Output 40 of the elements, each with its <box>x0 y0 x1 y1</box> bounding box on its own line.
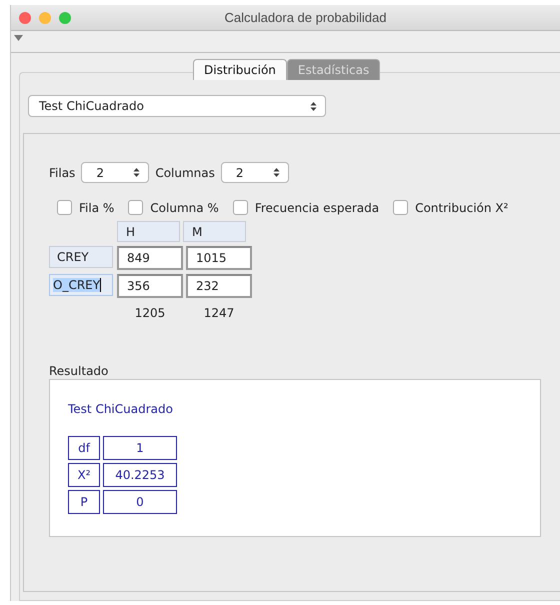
statistic-value: 0 <box>103 490 177 514</box>
minimize-button[interactable] <box>39 12 51 24</box>
checkbox[interactable] <box>128 200 144 215</box>
statistic-name: df <box>68 436 100 460</box>
table-cell[interactable]: 849 <box>117 246 183 270</box>
checkbox-label: Fila % <box>79 200 114 214</box>
column-total: 1205 <box>134 305 166 320</box>
spinner-field[interactable]: 2 <box>81 162 150 183</box>
result-label: Resultado <box>49 364 110 378</box>
spinner-field[interactable]: 2 <box>220 162 289 183</box>
zoom-button[interactable] <box>59 12 71 24</box>
up-down-arrows-icon <box>133 167 140 178</box>
row-header-field[interactable]: CREY <box>49 246 113 268</box>
statistic-name: X² <box>68 463 100 487</box>
table-cell[interactable]: 356 <box>117 274 183 298</box>
dimension-label: Columnas <box>155 166 215 180</box>
checkbox-label: Frecuencia esperada <box>254 200 380 214</box>
close-button[interactable] <box>19 12 31 24</box>
up-down-arrows-icon <box>272 167 280 178</box>
dropdown-triangle-icon[interactable] <box>14 35 23 41</box>
checkbox[interactable] <box>232 200 248 215</box>
column-header[interactable]: H <box>117 221 180 242</box>
up-down-arrows-icon <box>310 100 317 112</box>
checkbox-label: Contribución X² <box>415 200 508 214</box>
test-dropdown[interactable]: Test ChiCuadrado <box>28 95 326 117</box>
row-header-field[interactable]: O_CREY <box>49 274 113 296</box>
checkbox[interactable] <box>393 200 408 215</box>
tab[interactable]: Distribución <box>193 59 287 80</box>
column-total: 1247 <box>202 305 236 320</box>
window-title: Calculadora de probabilidad <box>224 10 388 25</box>
statistic-value: 40.2253 <box>103 463 177 487</box>
result-title: Test ChiCuadrado <box>68 402 174 416</box>
statistic-name: P <box>68 490 100 514</box>
dimension-label: Filas <box>49 166 76 180</box>
table-cell[interactable]: 1015 <box>186 246 252 270</box>
checkbox[interactable] <box>57 200 72 215</box>
table-cell[interactable]: 232 <box>186 274 252 298</box>
checkbox-label: Columna % <box>150 200 219 214</box>
statistic-value: 1 <box>103 436 177 460</box>
column-header[interactable]: M <box>183 221 246 242</box>
